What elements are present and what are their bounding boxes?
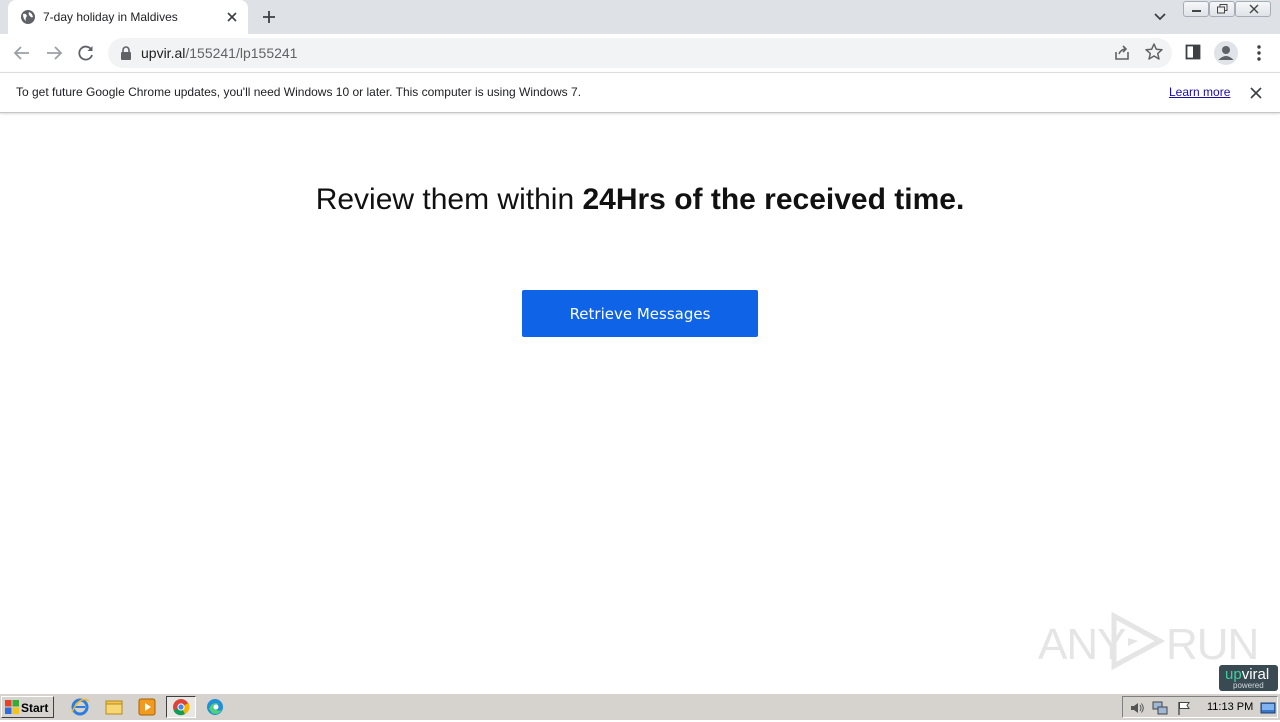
chevron-down-icon[interactable]	[1153, 10, 1167, 24]
url-domain: upvir.al	[141, 45, 186, 61]
start-button[interactable]: Start	[1, 696, 54, 718]
reload-icon[interactable]	[75, 42, 97, 64]
explorer-folder-icon[interactable]	[103, 697, 125, 717]
windows-taskbar: Start 11:13 PM	[0, 693, 1280, 720]
system-tray: 11:13 PM	[1122, 696, 1278, 718]
window-close-button[interactable]	[1235, 1, 1271, 17]
lock-icon[interactable]	[120, 46, 132, 60]
back-arrow-icon[interactable]	[11, 42, 33, 64]
side-panel-icon[interactable]	[1184, 43, 1204, 63]
show-desktop-icon[interactable]	[1260, 700, 1276, 716]
internet-explorer-icon[interactable]	[69, 697, 91, 717]
chrome-taskbar-button[interactable]	[166, 696, 196, 718]
infobar-message: To get future Google Chrome updates, you…	[16, 85, 582, 99]
globe-icon	[21, 10, 35, 24]
start-label: Start	[21, 701, 49, 715]
plus-icon[interactable]	[260, 8, 278, 26]
play-icon	[1111, 612, 1166, 670]
learn-more-link[interactable]: Learn more	[1169, 85, 1230, 99]
action-center-flag-icon[interactable]	[1176, 700, 1192, 716]
forward-arrow-icon[interactable]	[43, 42, 65, 64]
windows-logo-icon	[5, 700, 19, 714]
taskbar-clock[interactable]: 11:13 PM	[1207, 701, 1253, 713]
retrieve-messages-button[interactable]: Retrieve Messages	[522, 290, 758, 337]
close-icon[interactable]	[1249, 86, 1263, 100]
anyrun-watermark: ANY RUN	[1038, 610, 1259, 672]
media-player-icon[interactable]	[136, 697, 158, 717]
star-icon[interactable]	[1144, 42, 1164, 62]
upviral-badge[interactable]: upviral powered	[1219, 665, 1278, 691]
edge-icon[interactable]	[204, 697, 226, 717]
page-headline: Review them within 24Hrs of the received…	[0, 183, 1280, 217]
close-icon[interactable]	[224, 9, 240, 25]
share-icon[interactable]	[1112, 43, 1132, 63]
upviral-powered: powered	[1233, 681, 1264, 690]
browser-tab[interactable]: 7-day holiday in Maldives	[8, 0, 248, 34]
url-path: /155241/lp155241	[185, 45, 298, 61]
tab-title: 7-day holiday in Maldives	[43, 10, 178, 24]
update-infobar: To get future Google Chrome updates, you…	[0, 72, 1280, 113]
minimize-button[interactable]	[1183, 1, 1209, 17]
url-text: upvir.al/155241/lp155241	[141, 45, 297, 61]
browser-toolbar: upvir.al/155241/lp155241	[0, 34, 1280, 72]
headline-bold: 24Hrs of the received time.	[582, 183, 965, 216]
profile-icon[interactable]	[1213, 40, 1239, 66]
tab-strip: 7-day holiday in Maldives	[0, 0, 1280, 34]
address-bar[interactable]: upvir.al/155241/lp155241	[108, 38, 1172, 68]
restore-button[interactable]	[1209, 1, 1235, 17]
volume-icon[interactable]	[1129, 700, 1145, 716]
more-vert-icon[interactable]	[1249, 43, 1269, 63]
chrome-icon	[173, 699, 190, 716]
headline-normal: Review them within	[315, 183, 583, 216]
watermark-right: RUN	[1166, 620, 1259, 669]
network-icon[interactable]	[1152, 700, 1168, 716]
